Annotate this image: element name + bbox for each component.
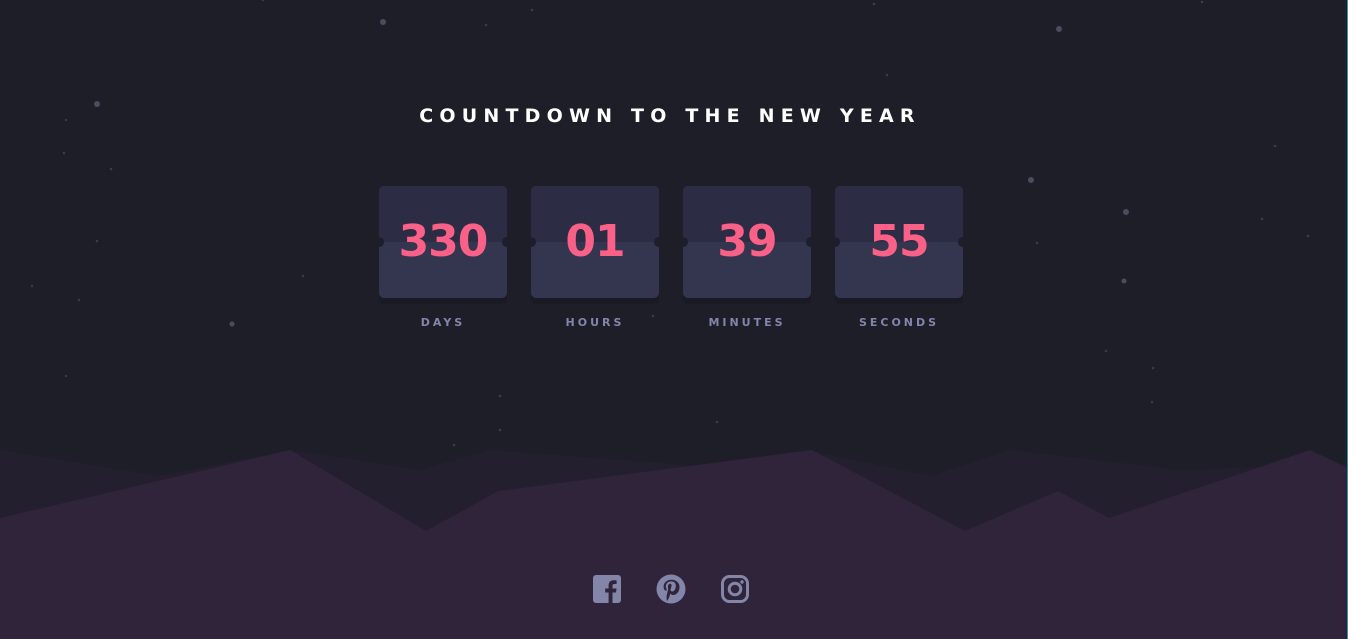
hours-label: HOURS <box>565 316 625 329</box>
hours-card: 01 <box>526 186 664 304</box>
countdown-page: COUNTDOWN TO THE NEW YEAR 330 DAYS 01 HO… <box>0 0 1348 639</box>
page-title: COUNTDOWN TO THE NEW YEAR <box>419 105 921 127</box>
facebook-icon <box>593 575 621 603</box>
days-label: DAYS <box>420 316 466 329</box>
instagram-link[interactable] <box>720 574 750 604</box>
minutes-card: 39 <box>678 186 816 304</box>
days-card: 330 <box>374 186 512 304</box>
seconds-value: 55 <box>869 216 929 267</box>
seconds-card: 55 <box>830 186 968 304</box>
pinterest-link[interactable] <box>656 574 686 604</box>
instagram-icon <box>721 575 749 603</box>
minutes-label: MINUTES <box>708 316 786 329</box>
minutes-value: 39 <box>717 216 777 267</box>
seconds-label: SECONDS <box>858 316 940 329</box>
hours-value: 01 <box>565 216 625 267</box>
days-value: 330 <box>398 216 489 267</box>
facebook-link[interactable] <box>592 574 622 604</box>
pinterest-icon <box>656 574 686 604</box>
hills-background <box>0 450 1348 639</box>
